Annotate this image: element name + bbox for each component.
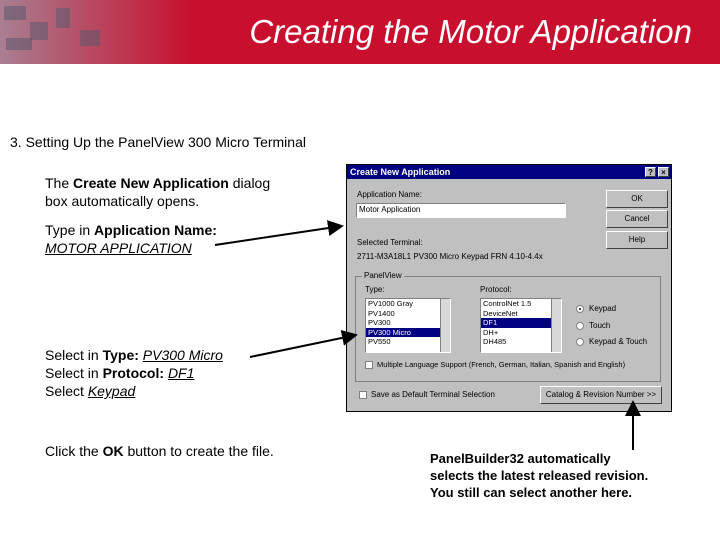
selected-terminal-label: Selected Terminal: (357, 238, 423, 247)
help-button[interactable]: Help (606, 231, 668, 249)
list-item[interactable]: PV300 (366, 318, 450, 328)
header-decoration-block (56, 8, 70, 28)
dialog-title: Create New Application (350, 167, 451, 177)
header-decoration-block (80, 30, 100, 46)
panelview-group: PanelView Type: PV1000 Gray PV1400 PV300… (355, 271, 661, 382)
protocol-label: Protocol: (480, 285, 512, 294)
instruction-app-name: Type in Application Name: MOTOR APPLICAT… (45, 222, 217, 256)
arrow-to-app-name (214, 220, 344, 246)
ok-button[interactable]: OK (606, 190, 668, 208)
scrollbar[interactable] (551, 299, 561, 352)
app-name-input[interactable]: Motor Application (356, 203, 566, 218)
help-icon[interactable]: ? (645, 167, 656, 177)
close-icon[interactable]: × (658, 167, 669, 177)
header-banner: Creating the Motor Application (0, 0, 720, 64)
instruction-ok: Click the OK button to create the file. (45, 443, 274, 459)
dialog-title-bar: Create New Application ? × (347, 165, 671, 179)
page-title: Creating the Motor Application (249, 13, 692, 50)
protocol-list[interactable]: ControlNet 1.5 DeviceNet DF1 DH+ DH485 (480, 298, 562, 353)
scrollbar[interactable] (440, 299, 450, 352)
revision-note: PanelBuilder32 automatically selects the… (430, 451, 649, 500)
save-default-label: Save as Default Terminal Selection (371, 390, 495, 399)
list-item-selected[interactable]: DF1 (481, 318, 561, 328)
multi-language-checkbox[interactable] (365, 361, 373, 369)
keypad-radio-label: Keypad (589, 304, 617, 313)
list-item[interactable]: PV550 (366, 337, 450, 347)
touch-radio[interactable] (576, 322, 584, 330)
arrow-to-selection (249, 330, 358, 358)
section-subtitle: 3. Setting Up the PanelView 300 Micro Te… (10, 134, 306, 150)
instruction-select: Select in Type: PV300 Micro Select in Pr… (45, 347, 223, 399)
list-item-selected[interactable]: PV300 Micro (366, 327, 450, 337)
type-list[interactable]: PV1000 Gray PV1400 PV300 PV300 Micro PV5… (365, 298, 451, 353)
type-label: Type: (365, 285, 385, 294)
header-decoration-block (6, 38, 32, 50)
list-item[interactable]: DH+ (481, 328, 561, 338)
header-decoration-block (30, 22, 48, 40)
keypad-radio[interactable] (576, 305, 584, 313)
header-decoration-block (4, 6, 26, 20)
touch-radio-label: Touch (589, 321, 611, 330)
selected-terminal-value: 2711-M3A18L1 PV300 Micro Keypad FRN 4.10… (357, 252, 543, 261)
keypad-touch-radio[interactable] (576, 338, 584, 346)
list-item[interactable]: DH485 (481, 337, 561, 347)
multi-language-label: Multiple Language Support (French, Germa… (377, 360, 626, 369)
list-item[interactable]: PV1400 (366, 309, 450, 319)
instruction-open: The Create New Application dialog box au… (45, 175, 271, 209)
list-item[interactable]: DeviceNet (481, 309, 561, 319)
app-name-label: Application Name: (357, 190, 422, 199)
list-item[interactable]: ControlNet 1.5 (481, 299, 561, 309)
list-item[interactable]: PV1000 Gray (366, 299, 450, 309)
save-default-checkbox[interactable] (359, 391, 367, 399)
catalog-revision-button[interactable]: Catalog & Revision Number >> (540, 386, 662, 404)
panelview-group-label: PanelView (362, 271, 404, 280)
cancel-button[interactable]: Cancel (606, 210, 668, 228)
create-new-application-dialog: Create New Application ? × Application N… (346, 164, 672, 412)
keypad-touch-radio-label: Keypad & Touch (589, 337, 648, 346)
